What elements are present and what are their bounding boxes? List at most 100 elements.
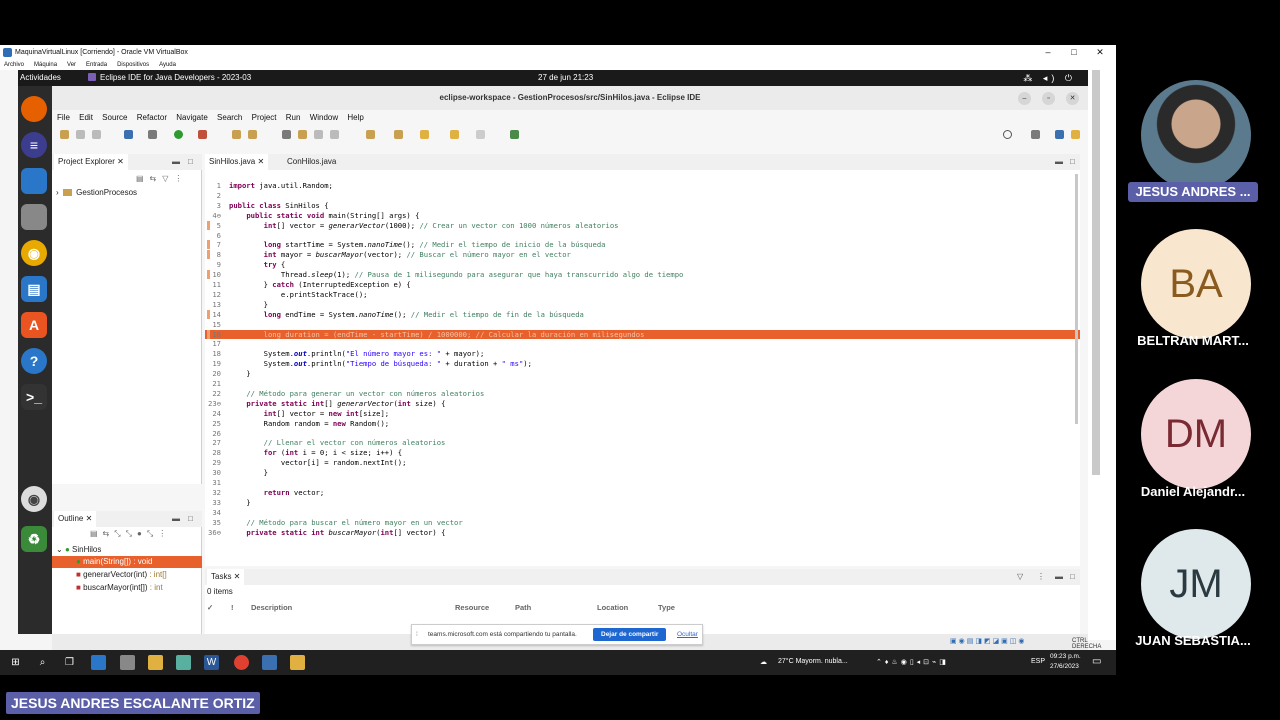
trash-icon[interactable]: ♻ — [21, 526, 47, 552]
code-line[interactable]: 12 e.printStackTrace(); — [205, 290, 1080, 300]
software-icon[interactable]: A — [21, 312, 47, 338]
menu-help[interactable]: Help — [347, 113, 363, 122]
outline-class-item[interactable]: ⌄ ● SinHilos — [56, 545, 101, 554]
code-line[interactable]: 9 try { — [205, 260, 1080, 270]
menu-search[interactable]: Search — [217, 113, 242, 122]
menu-refactor[interactable]: Refactor — [137, 113, 167, 122]
eclipse-maximize-button[interactable]: ▫ — [1042, 92, 1055, 105]
menu-edit[interactable]: Edit — [79, 113, 93, 122]
outline-method-item[interactable]: ■ buscarMayor(int[]) : int — [76, 583, 163, 592]
code-line[interactable]: 10 Thread.sleep(1); // Pausa de 1 milise… — [205, 270, 1080, 280]
column-type[interactable]: Type — [658, 603, 675, 612]
maximize-view-icon[interactable]: □ — [188, 511, 193, 527]
code-line[interactable]: 20 } — [205, 369, 1080, 379]
menu-ver[interactable]: Ver — [67, 62, 76, 68]
disc-icon[interactable]: ◉ — [21, 486, 47, 512]
code-line[interactable]: 15 — [205, 320, 1080, 330]
firefox-icon[interactable] — [21, 96, 47, 122]
column-priority[interactable]: ! — [231, 603, 234, 612]
menu-navigate[interactable]: Navigate — [176, 113, 208, 122]
code-line[interactable]: 16 long duration = (endTime - startTime)… — [205, 329, 1080, 340]
column-path[interactable]: Path — [515, 603, 531, 612]
taskbar-time[interactable]: 09:23 p.m. — [1050, 653, 1081, 660]
code-line[interactable]: 19 System.out.println("Tiempo de búsqued… — [205, 359, 1080, 369]
code-line[interactable]: 14 long endTime = System.nanoTime(); // … — [205, 309, 1080, 320]
code-line[interactable]: 23⊖ private static int[] generarVector(i… — [205, 399, 1080, 409]
participant-avatar[interactable]: JM — [1141, 529, 1251, 639]
code-line[interactable]: 24 int[] vector = new int[size]; — [205, 409, 1080, 419]
open-perspective-icon[interactable] — [1031, 130, 1040, 139]
column-location[interactable]: Location — [597, 603, 628, 612]
code-line[interactable]: 32 return vector; — [205, 488, 1080, 498]
column-description[interactable]: Description — [251, 603, 292, 612]
menu-project[interactable]: Project — [252, 113, 277, 122]
save-icon[interactable] — [76, 130, 85, 139]
word-icon[interactable]: W — [204, 655, 219, 670]
code-line[interactable]: 22 // Método para generar un vector con … — [205, 389, 1080, 399]
weather-text[interactable]: 27°C Mayorm. nubla... — [778, 658, 848, 665]
forward-icon[interactable] — [476, 130, 485, 139]
rhythmbox-icon[interactable]: ◉ — [21, 240, 47, 266]
system-tray-icons[interactable]: ⁂ ◂) ⏻ — [1023, 70, 1076, 86]
code-area[interactable]: 1 import java.util.Random; 2 3 public class … — [205, 181, 1080, 564]
code-line[interactable]: 8 int mayor = buscarMayor(vector); // Bu… — [205, 250, 1080, 260]
project-tree-item[interactable]: › GestionProcesos — [56, 188, 137, 197]
column-resource[interactable]: Resource — [455, 603, 489, 612]
mark-occurrences-icon[interactable] — [298, 130, 307, 139]
code-line[interactable]: 33 } — [205, 498, 1080, 508]
menu-source[interactable]: Source — [102, 113, 127, 122]
stop-sharing-button[interactable]: Dejar de compartir — [593, 628, 667, 641]
code-line[interactable]: 18 System.out.println("El número mayor e… — [205, 349, 1080, 359]
run-icon[interactable] — [174, 130, 183, 139]
vm-scrollbar[interactable] — [1092, 70, 1100, 475]
participant-video-tile[interactable] — [1141, 80, 1251, 190]
virtualbox-taskbar-icon[interactable] — [262, 655, 277, 670]
minimize-view-icon[interactable]: ▬ — [172, 154, 180, 170]
tab-project-explorer[interactable]: Project Explorer ✕ — [54, 154, 128, 170]
code-line[interactable]: 25 Random random = new Random(); — [205, 419, 1080, 429]
editor-scrollbar[interactable] — [1075, 174, 1078, 424]
store-icon[interactable] — [91, 655, 106, 670]
terminal-icon[interactable]: >_ — [21, 384, 47, 410]
taskbar-date[interactable]: 27/6/2023 — [1050, 663, 1079, 670]
notifications-icon[interactable]: ▭ — [1092, 656, 1101, 667]
menu-run[interactable]: Run — [286, 113, 301, 122]
code-line[interactable]: 26 — [205, 429, 1080, 439]
tab-conhilos[interactable]: ConHilos.java — [283, 154, 340, 170]
next-annotation-icon[interactable] — [366, 130, 375, 139]
paint-icon[interactable] — [290, 655, 305, 670]
prev-annotation-icon[interactable] — [394, 130, 403, 139]
writer-icon[interactable]: ▤ — [21, 276, 47, 302]
debug-icon[interactable] — [148, 130, 157, 139]
maximize-view-icon[interactable]: □ — [1070, 569, 1075, 585]
tray-icons[interactable]: ⌃♦♨◉▯◂⊡⌁◨ — [876, 658, 949, 666]
close-button[interactable]: ✕ — [1092, 45, 1108, 60]
filter-icon[interactable]: ▽ — [1017, 569, 1023, 585]
block-selection-icon[interactable] — [314, 130, 323, 139]
view-toolbar-icons[interactable]: ▤⇆▽⋮ — [136, 174, 188, 183]
files-icon[interactable] — [21, 204, 47, 230]
maximize-view-icon[interactable]: □ — [188, 154, 193, 170]
minimize-editor-icon[interactable]: ▬ — [1055, 154, 1063, 170]
windows-start-icon[interactable]: ⊞ — [8, 655, 23, 670]
code-line[interactable]: 7 long startTime = System.nanoTime(); //… — [205, 240, 1080, 250]
outline-method-item[interactable]: ■ generarVector(int) : int[] — [76, 570, 167, 579]
menu-maquina[interactable]: Máquina — [34, 62, 57, 68]
code-line[interactable]: 36⊖ private static int buscarMayor(int[]… — [205, 528, 1080, 538]
code-line[interactable]: 27 // Llenar el vector con números aleat… — [205, 438, 1080, 448]
new-java-project-icon[interactable] — [232, 130, 241, 139]
code-line[interactable]: 5 int[] vector = generarVector(1000); //… — [205, 220, 1080, 231]
new-package-icon[interactable] — [248, 130, 257, 139]
maximize-button[interactable]: □ — [1066, 45, 1082, 60]
save-all-icon[interactable] — [92, 130, 101, 139]
code-line[interactable]: 35 // Método para buscar el número mayor… — [205, 518, 1080, 528]
participant-avatar[interactable]: DM — [1141, 379, 1251, 489]
menu-window[interactable]: Window — [310, 113, 338, 122]
eclipse-close-button[interactable]: ✕ — [1066, 92, 1079, 105]
code-line[interactable]: 1 import java.util.Random; — [205, 181, 1080, 191]
activities-button[interactable]: Actividades — [20, 70, 61, 86]
file-explorer-icon[interactable] — [148, 655, 163, 670]
drag-handle-icon[interactable]: ⁞ — [416, 625, 418, 644]
chrome-icon[interactable] — [234, 655, 249, 670]
outline-toolbar-icons[interactable]: ▤⇆⤡⤡●⤡⋮ — [90, 529, 171, 539]
